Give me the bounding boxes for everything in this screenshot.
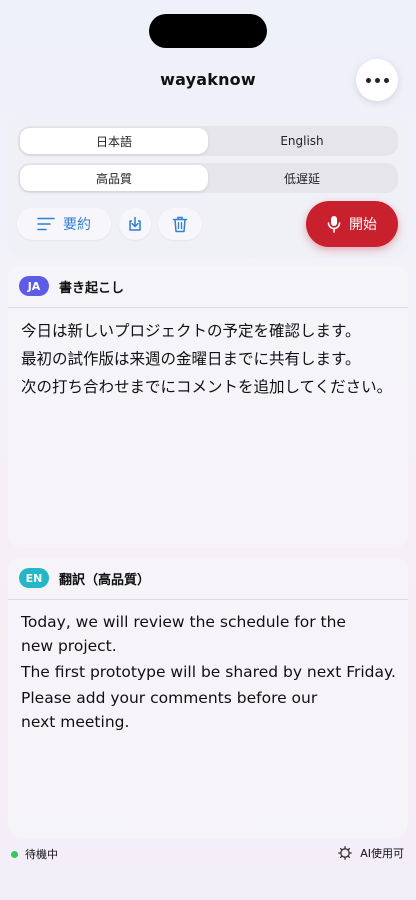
ai-status-label: AI使用可 — [360, 847, 404, 860]
more-dot-icon — [365, 77, 371, 83]
translation-header: EN 翻訳（高品質） — [8, 557, 408, 600]
translation-text: Today, we will review the schedule for t… — [8, 600, 408, 734]
translation-card: EN 翻訳（高品質） Today, we will review the sch… — [8, 557, 408, 838]
quality-segmented-control: 高品質 低遅延 — [18, 163, 398, 193]
language-badge-en: EN — [19, 568, 49, 588]
transcript-title: 書き起こし — [59, 280, 125, 296]
download-button[interactable] — [119, 208, 151, 240]
quality-option-low-latency[interactable]: 低遅延 — [208, 165, 396, 191]
start-label: 開始 — [349, 217, 377, 233]
language-option-japanese[interactable]: 日本語 — [20, 128, 208, 154]
download-icon — [129, 216, 141, 231]
language-segmented-control: 日本語 English — [18, 126, 398, 156]
delete-button[interactable] — [158, 208, 202, 240]
summary-label: 要約 — [63, 217, 91, 233]
translation-line: next meeting. — [21, 713, 130, 731]
ai-sparkle-icon — [338, 846, 353, 860]
trash-icon — [172, 216, 188, 232]
status-indicator: 待機中 — [11, 846, 58, 862]
translation-line: new project. — [21, 637, 117, 655]
more-options-button[interactable] — [356, 59, 398, 101]
quality-option-high[interactable]: 高品質 — [20, 165, 208, 191]
ai-availability: AI使用可 — [338, 845, 404, 861]
transcript-line: 最初の試作版は来週の金曜日までに共有します。 — [21, 350, 361, 368]
list-icon — [37, 217, 55, 231]
controls-panel: 日本語 English 高品質 低遅延 要約 開始 — [8, 118, 408, 258]
translation-title: 翻訳（高品質） — [59, 572, 151, 588]
start-recording-button[interactable]: 開始 — [306, 201, 398, 247]
status-dot-icon — [11, 850, 18, 858]
camera-notch — [149, 14, 267, 48]
more-dot-icon — [374, 77, 380, 83]
transcript-line: 次の打ち合わせまでにコメントを追加してください。 — [21, 378, 393, 396]
more-dot-icon — [383, 77, 389, 83]
language-badge-ja: JA — [19, 276, 49, 296]
transcript-card: JA 書き起こし 今日は新しいプロジェクトの予定を確認します。 最初の試作版は来… — [8, 265, 408, 548]
transcript-header: JA 書き起こし — [8, 265, 408, 308]
status-label: 待機中 — [25, 848, 58, 861]
transcript-text: 今日は新しいプロジェクトの予定を確認します。 最初の試作版は来週の金曜日までに共… — [8, 308, 408, 400]
summary-button[interactable]: 要約 — [17, 208, 111, 240]
translation-line: Please add your comments before our — [21, 689, 318, 707]
translation-line: Today, we will review the schedule for t… — [21, 613, 346, 631]
microphone-icon — [327, 216, 341, 233]
transcript-line: 今日は新しいプロジェクトの予定を確認します。 — [21, 322, 361, 340]
translation-line: The first prototype will be shared by ne… — [21, 663, 396, 681]
app-title: wayaknow — [160, 70, 256, 89]
language-option-english[interactable]: English — [208, 128, 396, 154]
